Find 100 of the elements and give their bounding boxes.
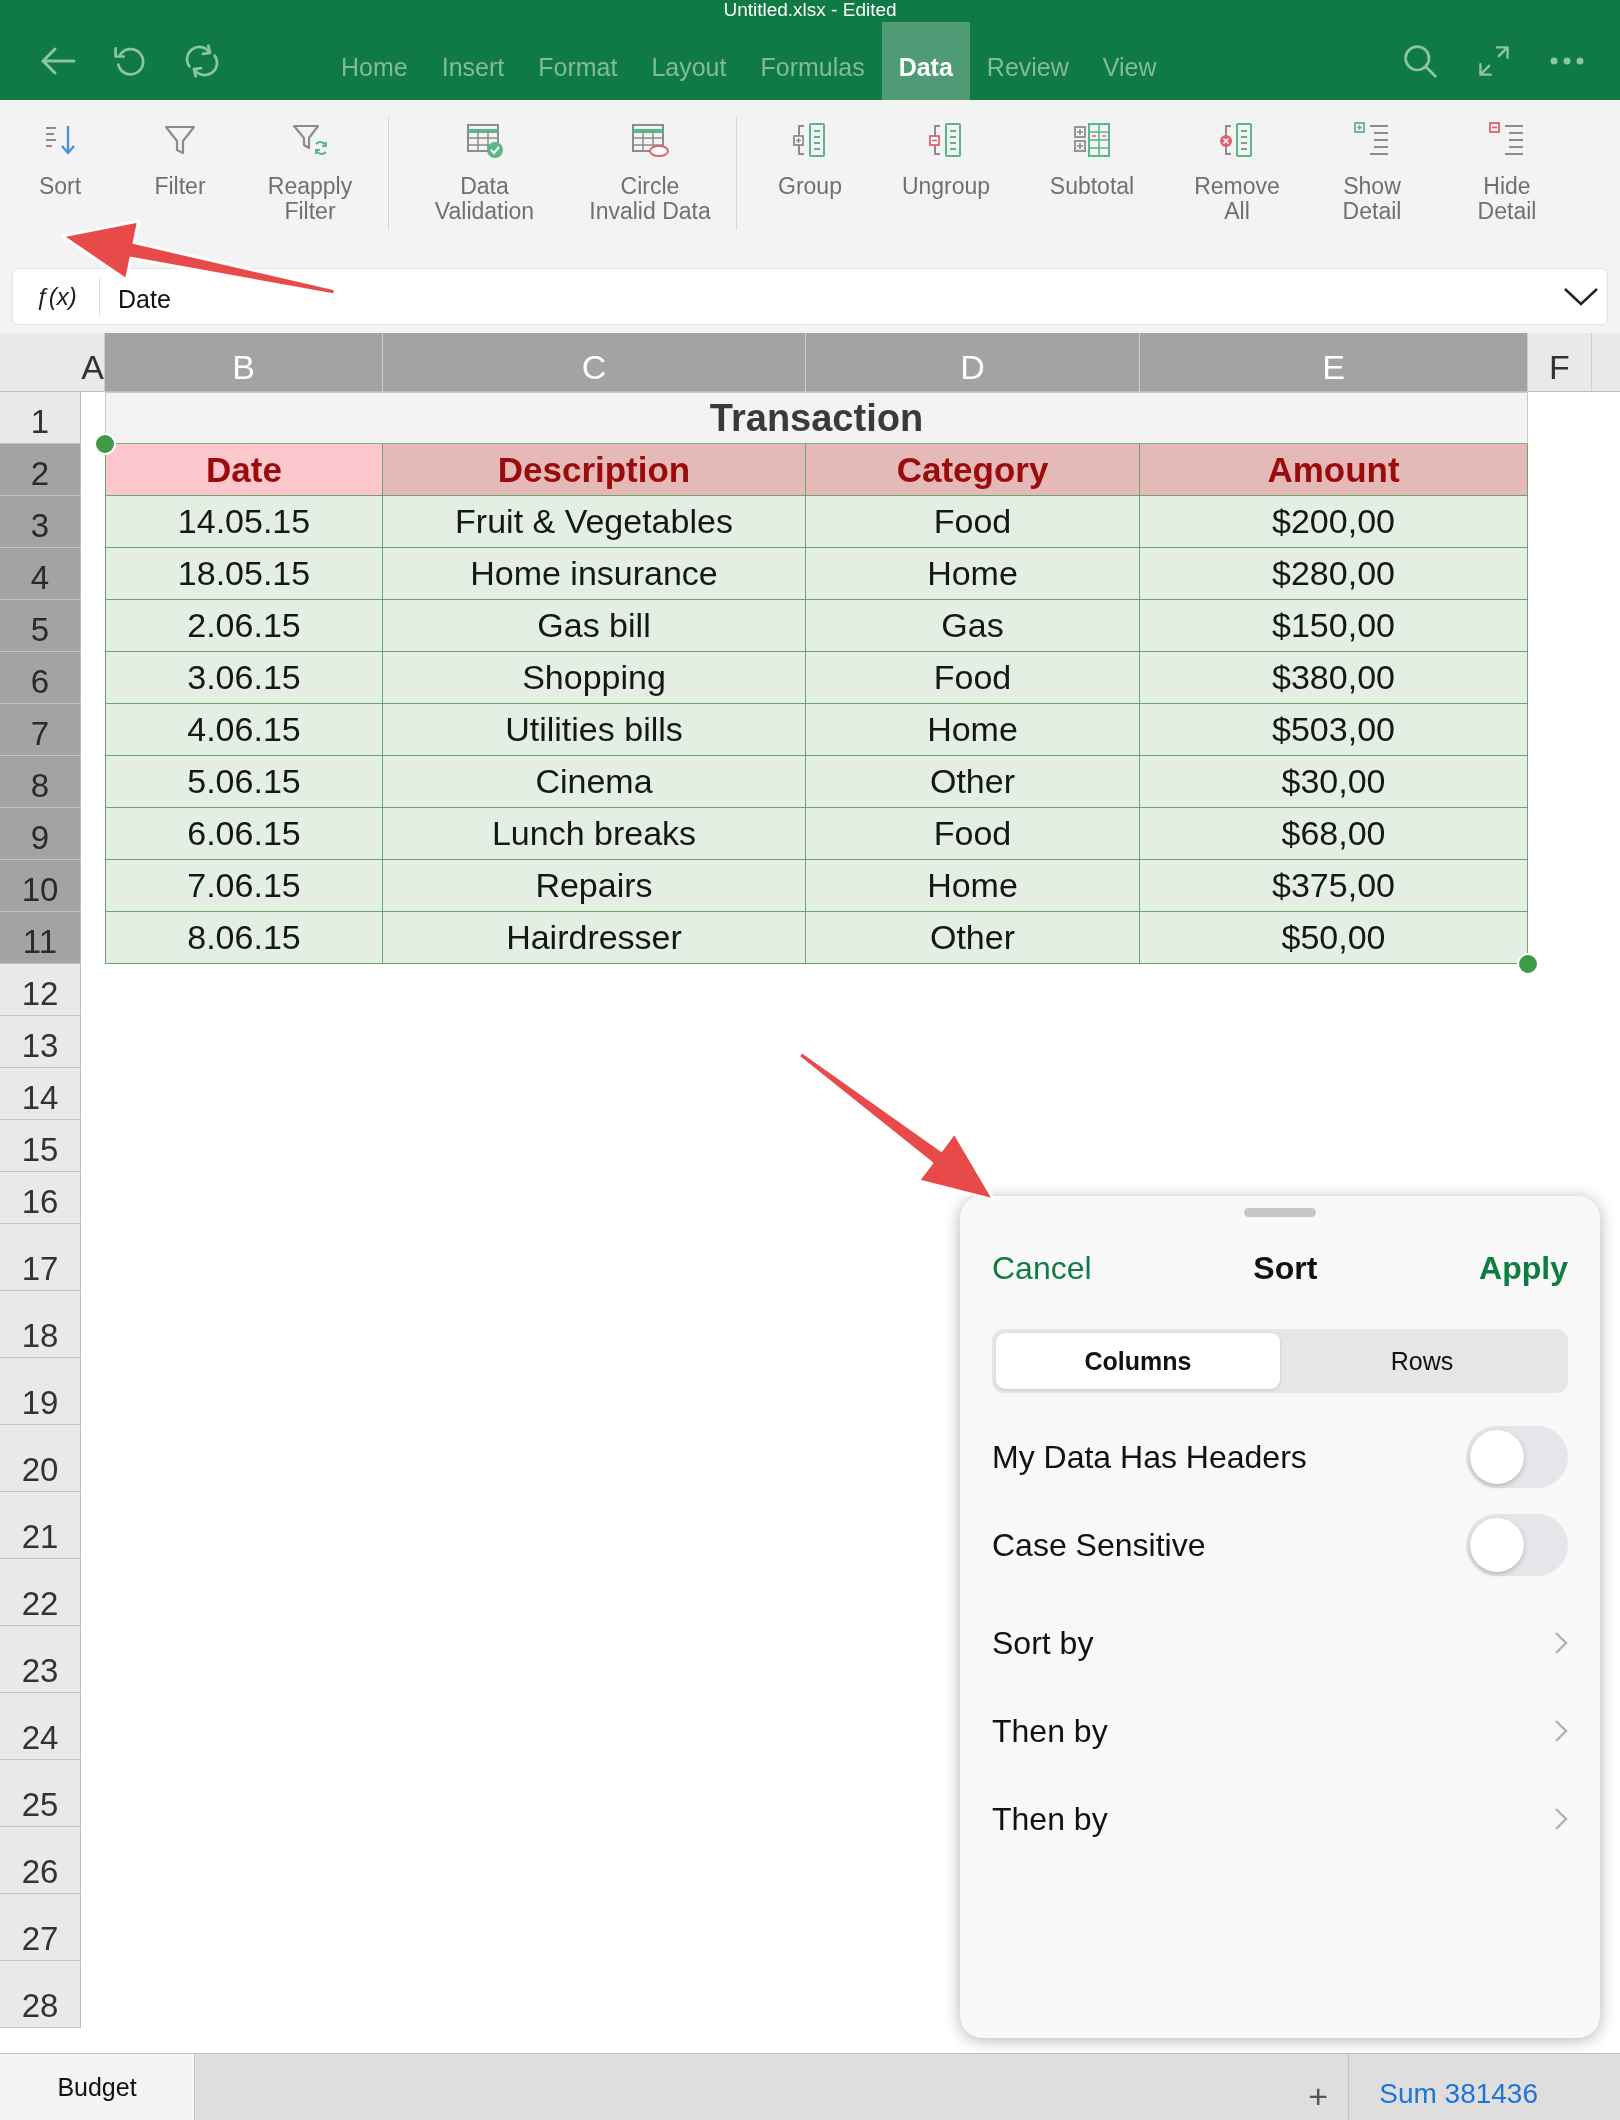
status-sum: Sum 381436 xyxy=(1378,2077,1539,2111)
sort-option-row[interactable]: Then by xyxy=(992,1775,1568,1863)
row-header[interactable]: 7 xyxy=(0,704,81,756)
table-check-button[interactable]: Data Validation xyxy=(397,120,572,224)
row-header[interactable]: 27 xyxy=(0,1894,81,1961)
function-label[interactable]: ƒ(x) xyxy=(13,282,99,311)
table-cell: 6.06.15 xyxy=(105,808,383,860)
column-header[interactable]: A xyxy=(81,333,105,392)
segment-tab[interactable]: Rows xyxy=(1280,1333,1564,1389)
table-cell: Lunch breaks xyxy=(383,808,806,860)
table-cell: 5.06.15 xyxy=(105,756,383,808)
chevron-down-icon[interactable] xyxy=(1563,286,1599,307)
table-cell: Gas bill xyxy=(383,600,806,652)
corner-header-cell[interactable] xyxy=(0,333,81,392)
row-header[interactable]: 20 xyxy=(0,1425,81,1492)
outline-x-button[interactable]: Remove All xyxy=(1167,120,1307,224)
row-header[interactable]: 24 xyxy=(0,1693,81,1760)
row-header[interactable]: 9 xyxy=(0,808,81,860)
row-header[interactable]: 16 xyxy=(0,1172,81,1224)
row-header[interactable]: 22 xyxy=(0,1559,81,1626)
list-minus-button[interactable]: Hide Detail xyxy=(1437,120,1577,224)
apply-button[interactable]: Apply xyxy=(1479,1249,1568,1287)
table-title: Transaction xyxy=(105,392,1528,444)
search-icon[interactable] xyxy=(1402,43,1438,79)
row-header[interactable]: 19 xyxy=(0,1358,81,1425)
table-cell: 7.06.15 xyxy=(105,860,383,912)
outline-minus-button[interactable]: Ungroup xyxy=(875,120,1017,199)
chevron-right-icon xyxy=(1554,1807,1568,1831)
table-cell: $150,00 xyxy=(1140,600,1528,652)
table-cell: $375,00 xyxy=(1140,860,1528,912)
row-header[interactable]: 12 xyxy=(0,964,81,1016)
table-cell: Repairs xyxy=(383,860,806,912)
table-cell: $50,00 xyxy=(1140,912,1528,964)
table-cell: Fruit & Vegetables xyxy=(383,496,806,548)
sheet-tab[interactable]: Budget xyxy=(0,2054,195,2120)
expand-icon[interactable] xyxy=(1478,45,1510,77)
table-cell: Gas xyxy=(806,600,1140,652)
row-header[interactable]: 21 xyxy=(0,1492,81,1559)
cancel-button[interactable]: Cancel xyxy=(992,1249,1092,1287)
table-cell: $503,00 xyxy=(1140,704,1528,756)
table-header-cell: Category xyxy=(806,444,1140,496)
row-header[interactable]: 4 xyxy=(0,548,81,600)
table-header-cell: Date xyxy=(105,444,383,496)
row-header[interactable]: 8 xyxy=(0,756,81,808)
row-header[interactable]: 6 xyxy=(0,652,81,704)
row-header[interactable]: 23 xyxy=(0,1626,81,1693)
row-header[interactable]: 18 xyxy=(0,1291,81,1358)
list-plus-button[interactable]: Show Detail xyxy=(1307,120,1437,224)
row-header[interactable]: 10 xyxy=(0,860,81,912)
row-header[interactable]: 3 xyxy=(0,496,81,548)
selection-handle[interactable] xyxy=(94,433,116,455)
row-header[interactable]: 2 xyxy=(0,444,81,496)
sort-button[interactable]: Sort xyxy=(0,120,120,199)
sort-option-row[interactable]: Then by xyxy=(992,1687,1568,1775)
funnel-arrows-button[interactable]: Reapply Filter xyxy=(240,120,380,224)
row-header[interactable]: 17 xyxy=(0,1224,81,1291)
row-header[interactable]: 1 xyxy=(0,392,81,444)
drag-handle[interactable] xyxy=(1244,1208,1316,1217)
table-cell: $200,00 xyxy=(1140,496,1528,548)
table-ellipse-button[interactable]: Circle Invalid Data xyxy=(572,120,728,224)
table-cell: 3.06.15 xyxy=(105,652,383,704)
table-cell: Food xyxy=(806,496,1140,548)
table-cell: 2.06.15 xyxy=(105,600,383,652)
outline-plus-button[interactable]: Group xyxy=(745,120,875,199)
panel-title: Sort xyxy=(1253,1249,1318,1287)
chevron-right-icon xyxy=(1554,1719,1568,1743)
add-sheet-button[interactable]: + xyxy=(1288,2054,1349,2120)
more-icon[interactable] xyxy=(1550,56,1584,66)
table-cell: $30,00 xyxy=(1140,756,1528,808)
table-cell: Hairdresser xyxy=(383,912,806,964)
row-header[interactable]: 13 xyxy=(0,1016,81,1068)
table-cell: Home xyxy=(806,704,1140,756)
selection-handle[interactable] xyxy=(1517,953,1539,975)
row-header[interactable]: 28 xyxy=(0,1961,81,2028)
menu-tab[interactable]: Data xyxy=(881,22,970,100)
row-header[interactable]: 26 xyxy=(0,1827,81,1894)
column-header[interactable]: F xyxy=(1528,333,1592,392)
table-cell: Utilities bills xyxy=(383,704,806,756)
table-cell: $280,00 xyxy=(1140,548,1528,600)
formula-bar[interactable]: ƒ(x) Date xyxy=(12,268,1608,325)
chevron-right-icon xyxy=(1554,1631,1568,1655)
row-header[interactable]: 15 xyxy=(0,1120,81,1172)
row-header[interactable]: 14 xyxy=(0,1068,81,1120)
table-cell: 8.06.15 xyxy=(105,912,383,964)
formula-value: Date xyxy=(118,284,171,314)
table-cell: Home xyxy=(806,548,1140,600)
segment-tab[interactable]: Columns xyxy=(996,1333,1280,1389)
row-header[interactable]: 11 xyxy=(0,912,81,964)
grid-plus-icon xyxy=(1072,120,1112,160)
table-cell: Food xyxy=(806,652,1140,704)
grid-plus-button[interactable]: Subtotal xyxy=(1017,120,1167,199)
table-cell: Home insurance xyxy=(383,548,806,600)
row-header[interactable]: 5 xyxy=(0,600,81,652)
row-header[interactable]: 25 xyxy=(0,1760,81,1827)
table-cell: 4.06.15 xyxy=(105,704,383,756)
table-header-cell: Amount xyxy=(1140,444,1528,496)
table-cell: $68,00 xyxy=(1140,808,1528,860)
funnel-button[interactable]: Filter xyxy=(120,120,240,199)
table-header-cell: Description xyxy=(383,444,806,496)
sort-option-row[interactable]: Sort by xyxy=(992,1599,1568,1687)
